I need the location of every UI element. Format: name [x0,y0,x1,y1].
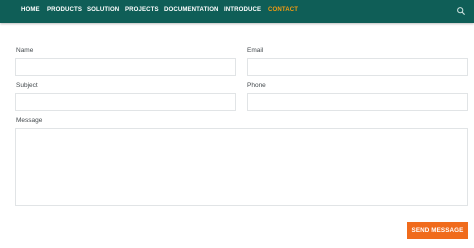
phone-label: Phone [247,82,266,89]
name-input[interactable] [15,58,236,76]
subject-input[interactable] [15,93,236,111]
email-input[interactable] [247,58,468,76]
name-label: Name [16,47,34,54]
search-icon[interactable] [456,6,466,16]
nav-item-products[interactable]: PRODUCTS [47,6,82,13]
email-label: Email [247,47,264,54]
nav-item-projects[interactable]: PROJECTS [125,6,159,13]
message-textarea[interactable] [15,128,468,206]
message-label: Message [16,117,43,124]
phone-input[interactable] [247,93,468,111]
nav-item-solution[interactable]: SOLUTION [87,6,119,13]
subject-label: Subject [16,82,38,89]
nav-item-home[interactable]: HOME [21,6,40,13]
send-message-button[interactable]: SEND MESSAGE [407,222,468,239]
nav-item-contact[interactable]: CONTACT [268,6,298,13]
nav-item-documentation[interactable]: DOCUMENTATION [164,6,219,13]
nav-item-introduce[interactable]: INTRODUCE [224,6,261,13]
top-navbar: HOME PRODUCTS SOLUTION PROJECTS DOCUMENT… [0,0,474,23]
